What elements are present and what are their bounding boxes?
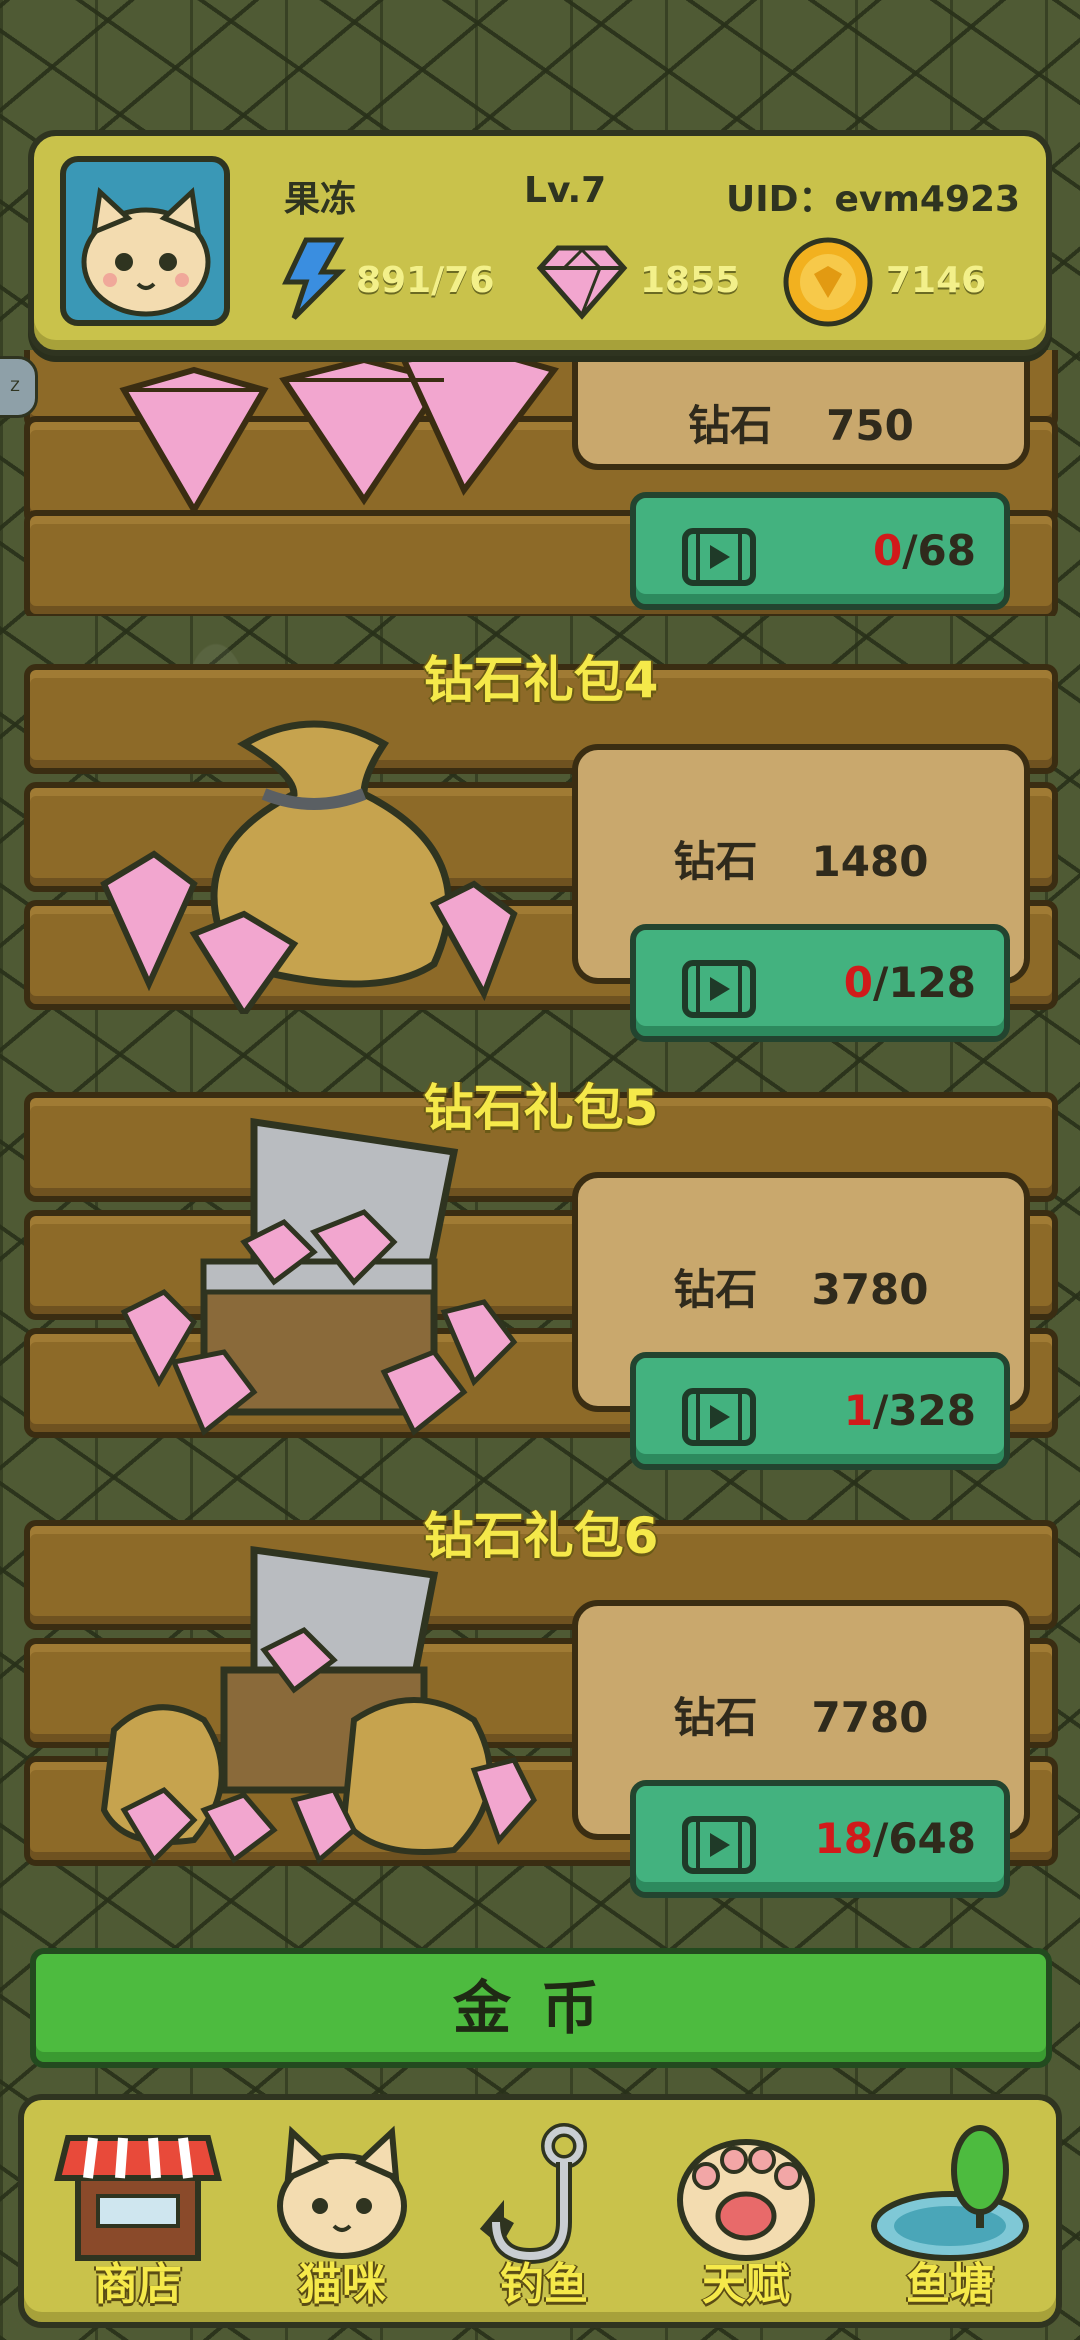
- pond-icon: [871, 2125, 1029, 2261]
- video-icon: [682, 1388, 756, 1446]
- cat-avatar-icon: [81, 186, 211, 317]
- energy-icon: [282, 237, 346, 320]
- ad-progress: 18/648: [814, 1814, 976, 1863]
- reward-amount: 3780: [811, 1265, 929, 1314]
- cat-icon: [277, 2125, 407, 2259]
- video-icon: [682, 1816, 756, 1874]
- nav-item-cats[interactable]: 猫咪: [242, 2100, 442, 2322]
- diamond-count: 1855: [640, 260, 741, 301]
- player-uid: UID：evm4923: [726, 179, 1021, 220]
- reward-amount: 750: [826, 401, 914, 450]
- avatar[interactable]: [60, 156, 230, 326]
- ad-progress: 1/328: [843, 1386, 976, 1435]
- nav-label: 天赋: [702, 2259, 790, 2310]
- video-icon: [682, 528, 756, 586]
- reward-label: 钻石: [673, 1265, 758, 1314]
- reward-label: 钻石: [673, 1693, 758, 1742]
- diamond-pile-icon: [119, 350, 560, 516]
- gold-button-label: 金币: [452, 1974, 629, 2042]
- player-header: 果冻 Lv.7 UID：evm4923 891/76 1855 7146: [28, 130, 1052, 356]
- package-card-4: 钻石礼包4 钻石 1480 0/128: [24, 651, 1058, 1042]
- reward-label: 钻石: [688, 401, 773, 450]
- diamond-bag-icon: [100, 720, 518, 1014]
- nav-item-talent[interactable]: 天赋: [646, 2100, 846, 2322]
- watch-ad-button[interactable]: 0/128: [630, 924, 1010, 1042]
- player-level: Lv.7: [524, 170, 607, 211]
- watch-ad-button[interactable]: 1/328: [630, 1352, 1010, 1470]
- reward-label: 钻石: [673, 837, 758, 886]
- shop-icon: [54, 2135, 222, 2261]
- diamond-icon: [536, 245, 628, 320]
- reward-amount: 7780: [811, 1693, 929, 1742]
- nav-item-shop[interactable]: 商店: [38, 2100, 238, 2322]
- player-name: 果冻: [284, 179, 357, 220]
- gold-coins-tab-button[interactable]: 金币: [30, 1948, 1052, 2068]
- reward-box: 钻石 750: [572, 350, 1030, 470]
- coin-count: 7146: [886, 260, 987, 301]
- package-card-6: 钻石礼包6 钻石 7780 18/648: [24, 1507, 1058, 1898]
- video-icon: [682, 960, 756, 1018]
- nav-item-pond[interactable]: 鱼塘: [850, 2100, 1050, 2322]
- nav-label: 钓鱼: [500, 2259, 588, 2310]
- treasure-hoard-icon: [100, 1545, 537, 1865]
- nav-label: 鱼塘: [906, 2259, 994, 2310]
- ad-progress: 0/128: [843, 958, 976, 1007]
- package-card-5: 钻石礼包5 钻石 3780 1/328: [24, 1079, 1058, 1470]
- energy-value: 891/76: [356, 260, 495, 301]
- package-card-3: 钻石 750 0/68: [24, 350, 1058, 616]
- bottom-nav: 商店 猫咪 钓鱼 天赋 鱼塘: [18, 2094, 1062, 2328]
- ad-progress: 0/68: [872, 526, 976, 575]
- treasure-chest-icon: [120, 1117, 518, 1437]
- paw-icon: [677, 2139, 815, 2261]
- nav-item-fishing[interactable]: 钓鱼: [444, 2100, 644, 2322]
- watch-ad-button[interactable]: 0/68: [630, 492, 1010, 610]
- side-tab[interactable]: Z: [0, 356, 38, 418]
- nav-label: 猫咪: [298, 2259, 386, 2310]
- coin-icon: [783, 237, 873, 327]
- nav-label: 商店: [94, 2259, 182, 2310]
- watch-ad-button[interactable]: 18/648: [630, 1780, 1010, 1898]
- fishhook-icon: [479, 2123, 587, 2265]
- reward-amount: 1480: [811, 837, 929, 886]
